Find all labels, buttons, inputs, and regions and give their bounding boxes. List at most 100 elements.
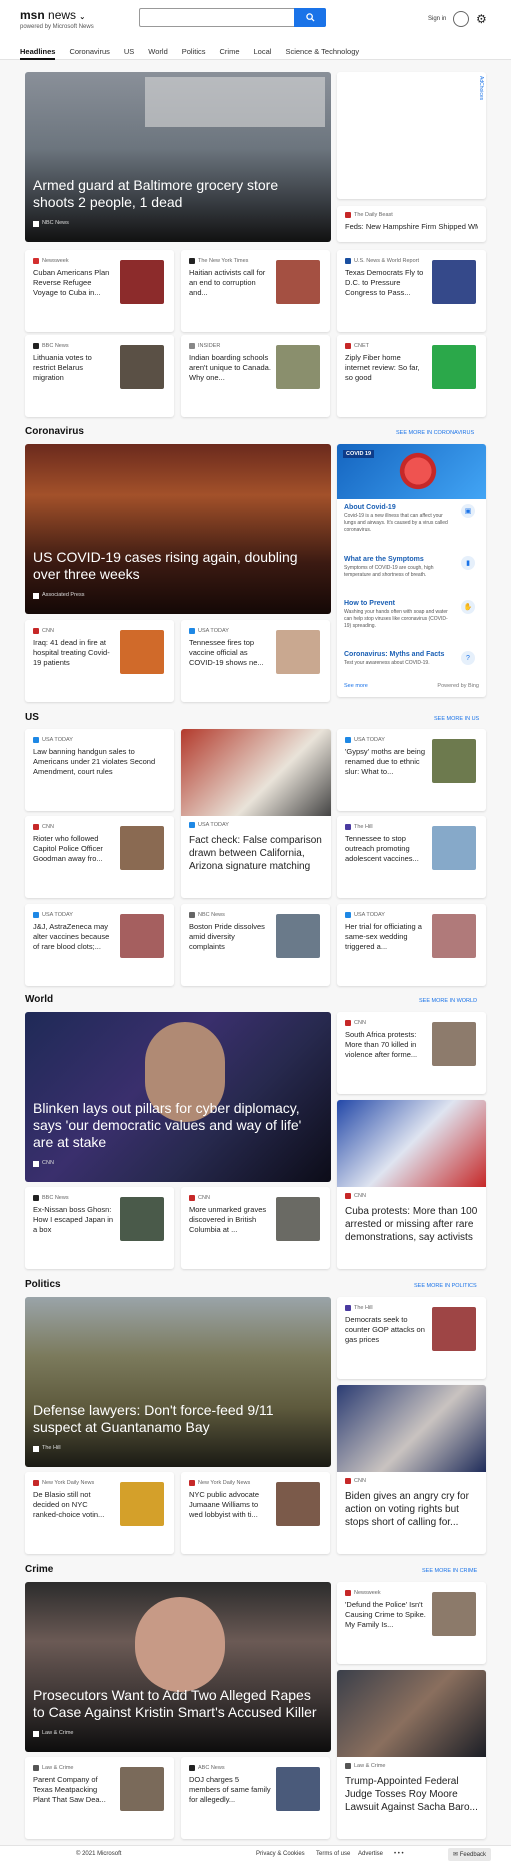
ad-choices-label[interactable]: AdChoices xyxy=(478,76,484,100)
tab-local[interactable]: Local xyxy=(254,47,272,60)
news-card[interactable]: New York Daily News De Blasio still not … xyxy=(25,1472,174,1554)
card-source: INSIDER xyxy=(198,343,221,349)
see-more-politics[interactable]: SEE MORE IN POLITICS xyxy=(414,1283,477,1289)
see-more-world[interactable]: SEE MORE IN WORLD xyxy=(419,998,477,1004)
card-source: The Hill xyxy=(354,824,373,830)
source-logo-icon xyxy=(345,1020,351,1026)
news-card[interactable]: USA TODAY Her trial for officiating a sa… xyxy=(337,904,486,986)
see-more-coronavirus[interactable]: SEE MORE IN CORONAVIRUS xyxy=(396,430,474,436)
news-card-beast[interactable]: The Daily Beast Feds: New Hampshire Firm… xyxy=(337,206,486,242)
section-title-politics[interactable]: Politics xyxy=(25,1279,61,1290)
tab-coronavirus[interactable]: Coronavirus xyxy=(69,47,109,60)
feedback-label: Feedback xyxy=(459,1852,487,1858)
tab-world[interactable]: World xyxy=(148,47,167,60)
card-title: Trump-Appointed Federal Judge Tosses Roy… xyxy=(345,1776,478,1813)
news-card[interactable]: ABC News DOJ charges 5 members of same f… xyxy=(181,1757,330,1839)
see-more-crime[interactable]: SEE MORE IN CRIME xyxy=(422,1568,477,1574)
world-hero-story[interactable]: Blinken lays out pillars for cyber diplo… xyxy=(25,1012,331,1182)
covid-about[interactable]: About Covid-19 Covid-19 is a new illness … xyxy=(344,504,479,534)
news-card[interactable]: INSIDER Indian boarding schools aren't u… xyxy=(181,335,330,417)
news-card-judge[interactable]: Law & Crime Trump-Appointed Federal Judg… xyxy=(337,1670,486,1839)
search-button[interactable] xyxy=(294,8,326,27)
tab-headlines[interactable]: Headlines xyxy=(20,47,56,60)
terms-link[interactable]: Terms of use xyxy=(316,1851,350,1857)
news-card[interactable]: Newsweek Cuban Americans Plan Reverse Re… xyxy=(25,250,174,332)
tab-crime[interactable]: Crime xyxy=(220,47,240,60)
card-source: BBC News xyxy=(42,1195,69,1201)
news-card-defund[interactable]: Newsweek 'Defund the Police' Isn't Causi… xyxy=(337,1582,486,1664)
news-card[interactable]: CNN Iraq: 41 dead in fire at hospital tr… xyxy=(25,620,174,702)
news-card[interactable]: USA TODAY J&J, AstraZeneca may alter vac… xyxy=(25,904,174,986)
news-card-factcheck[interactable]: USA TODAY Fact check: False comparison d… xyxy=(181,729,331,898)
card-source: The Daily Beast xyxy=(354,212,393,218)
covid-myths[interactable]: Coronavirus: Myths and Facts Test your aw… xyxy=(344,651,479,667)
section-title-world[interactable]: World xyxy=(25,994,53,1005)
news-card[interactable]: U.S. News & World Report Texas Democrats… xyxy=(337,250,486,332)
card-thumbnail xyxy=(276,1482,320,1526)
covid-item-heading: Coronavirus: Myths and Facts xyxy=(344,651,445,658)
news-card-hill[interactable]: The Hill Tennessee to stop outreach prom… xyxy=(337,816,486,898)
covid-item-desc: Covid-19 is a new illness that can affec… xyxy=(344,513,448,533)
covid-hero-story[interactable]: US COVID-19 cases rising again, doubling… xyxy=(25,444,331,614)
news-card[interactable]: BBC News Lithuania votes to restrict Bel… xyxy=(25,335,174,417)
news-card[interactable]: NBC News Boston Pride dissolves amid div… xyxy=(181,904,330,986)
source-logo-icon xyxy=(33,628,39,634)
news-card-south-africa[interactable]: CNN South Africa protests: More than 70 … xyxy=(337,1012,486,1094)
source-logo-icon xyxy=(345,1305,351,1311)
news-card[interactable]: USA TODAY Tennessee fires top vaccine of… xyxy=(181,620,330,702)
covid-item-desc: Symptoms of COVID-19 are cough, high tem… xyxy=(344,565,434,578)
section-title-us[interactable]: US xyxy=(25,712,39,723)
tab-politics[interactable]: Politics xyxy=(182,47,206,60)
section-title-coronavirus[interactable]: Coronavirus xyxy=(25,426,84,437)
privacy-link[interactable]: Privacy & Cookies xyxy=(256,1851,305,1857)
section-title-crime[interactable]: Crime xyxy=(25,1564,53,1575)
avatar-icon[interactable] xyxy=(453,11,469,27)
card-source: Newsweek xyxy=(42,258,69,264)
tab-us[interactable]: US xyxy=(124,47,134,60)
covid-item-desc: Washing your hands often with soap and w… xyxy=(344,609,448,629)
tab-science-technology[interactable]: Science & Technology xyxy=(285,47,359,60)
gear-icon[interactable]: ⚙ xyxy=(476,12,487,26)
covid-symptoms[interactable]: What are the Symptoms Symptoms of COVID-1… xyxy=(344,556,479,579)
crime-hero-story[interactable]: Prosecutors Want to Add Two Alleged Rape… xyxy=(25,1582,331,1752)
news-card-gop[interactable]: The Hill Democrats seek to counter GOP a… xyxy=(337,1297,486,1379)
covid-prevent[interactable]: How to Prevent Washing your hands often w… xyxy=(344,600,479,630)
news-card[interactable]: CNET Ziply Fiber home internet review: S… xyxy=(337,335,486,417)
news-card[interactable]: New York Daily News NYC public advocate … xyxy=(181,1472,330,1554)
section-name: news xyxy=(48,8,77,22)
news-card-moths[interactable]: USA TODAY 'Gypsy' moths are being rename… xyxy=(337,729,486,811)
news-card-cuba[interactable]: CNN Cuba protests: More than 100 arreste… xyxy=(337,1100,486,1269)
news-card[interactable]: The New York Times Haitian activists cal… xyxy=(181,250,330,332)
search-icon xyxy=(305,13,315,22)
card-thumbnail xyxy=(276,630,320,674)
news-card[interactable]: BBC News Ex-Nissan boss Ghosn: How I esc… xyxy=(25,1187,174,1269)
card-title: Tennessee to stop outreach promoting ado… xyxy=(345,834,419,863)
card-title: Texas Democrats Fly to D.C. to Pressure … xyxy=(345,268,424,297)
see-more-us[interactable]: SEE MORE IN US xyxy=(434,716,479,722)
feedback-button[interactable]: ✉ Feedback xyxy=(448,1848,492,1861)
quiz-icon: ? xyxy=(461,651,475,665)
chevron-down-icon[interactable]: ⌄ xyxy=(79,14,85,21)
card-source: CNN xyxy=(42,824,54,830)
card-source: CNET xyxy=(354,343,369,349)
politics-hero-story[interactable]: Defense lawyers: Don't force-feed 9/11 s… xyxy=(25,1297,331,1467)
news-card-handgun[interactable]: USA TODAY Law banning handgun sales to A… xyxy=(25,729,174,811)
news-card[interactable]: Law & Crime Parent Company of Texas Meat… xyxy=(25,1757,174,1839)
card-thumbnail xyxy=(120,1197,164,1241)
sign-in-link[interactable]: Sign in xyxy=(428,16,446,22)
card-title: 'Gypsy' moths are being renamed due to e… xyxy=(345,747,425,776)
see-more-link[interactable]: See more xyxy=(344,683,368,689)
hero-title: Blinken lays out pillars for cyber diplo… xyxy=(33,1100,302,1150)
covid-item-heading: What are the Symptoms xyxy=(344,556,424,563)
news-card-biden[interactable]: CNN Biden gives an angry cry for action … xyxy=(337,1385,486,1554)
source-logo-icon xyxy=(345,212,351,218)
advertise-link[interactable]: Advertise xyxy=(358,1851,383,1857)
more-icon[interactable]: • • • xyxy=(394,1851,404,1857)
news-card[interactable]: CNN More unmarked graves discovered in B… xyxy=(181,1187,330,1269)
news-card-capitol[interactable]: CNN Rioter who followed Capitol Police O… xyxy=(25,816,174,898)
ad-slot[interactable]: AdChoices xyxy=(337,72,486,199)
msn-logo[interactable]: msn news ⌄ powered by Microsoft News xyxy=(20,8,94,30)
source-logo-icon xyxy=(345,1478,351,1484)
hero-story[interactable]: Armed guard at Baltimore grocery store s… xyxy=(25,72,331,242)
footer: © 2021 Microsoft Privacy & Cookies Terms… xyxy=(0,1845,511,1862)
